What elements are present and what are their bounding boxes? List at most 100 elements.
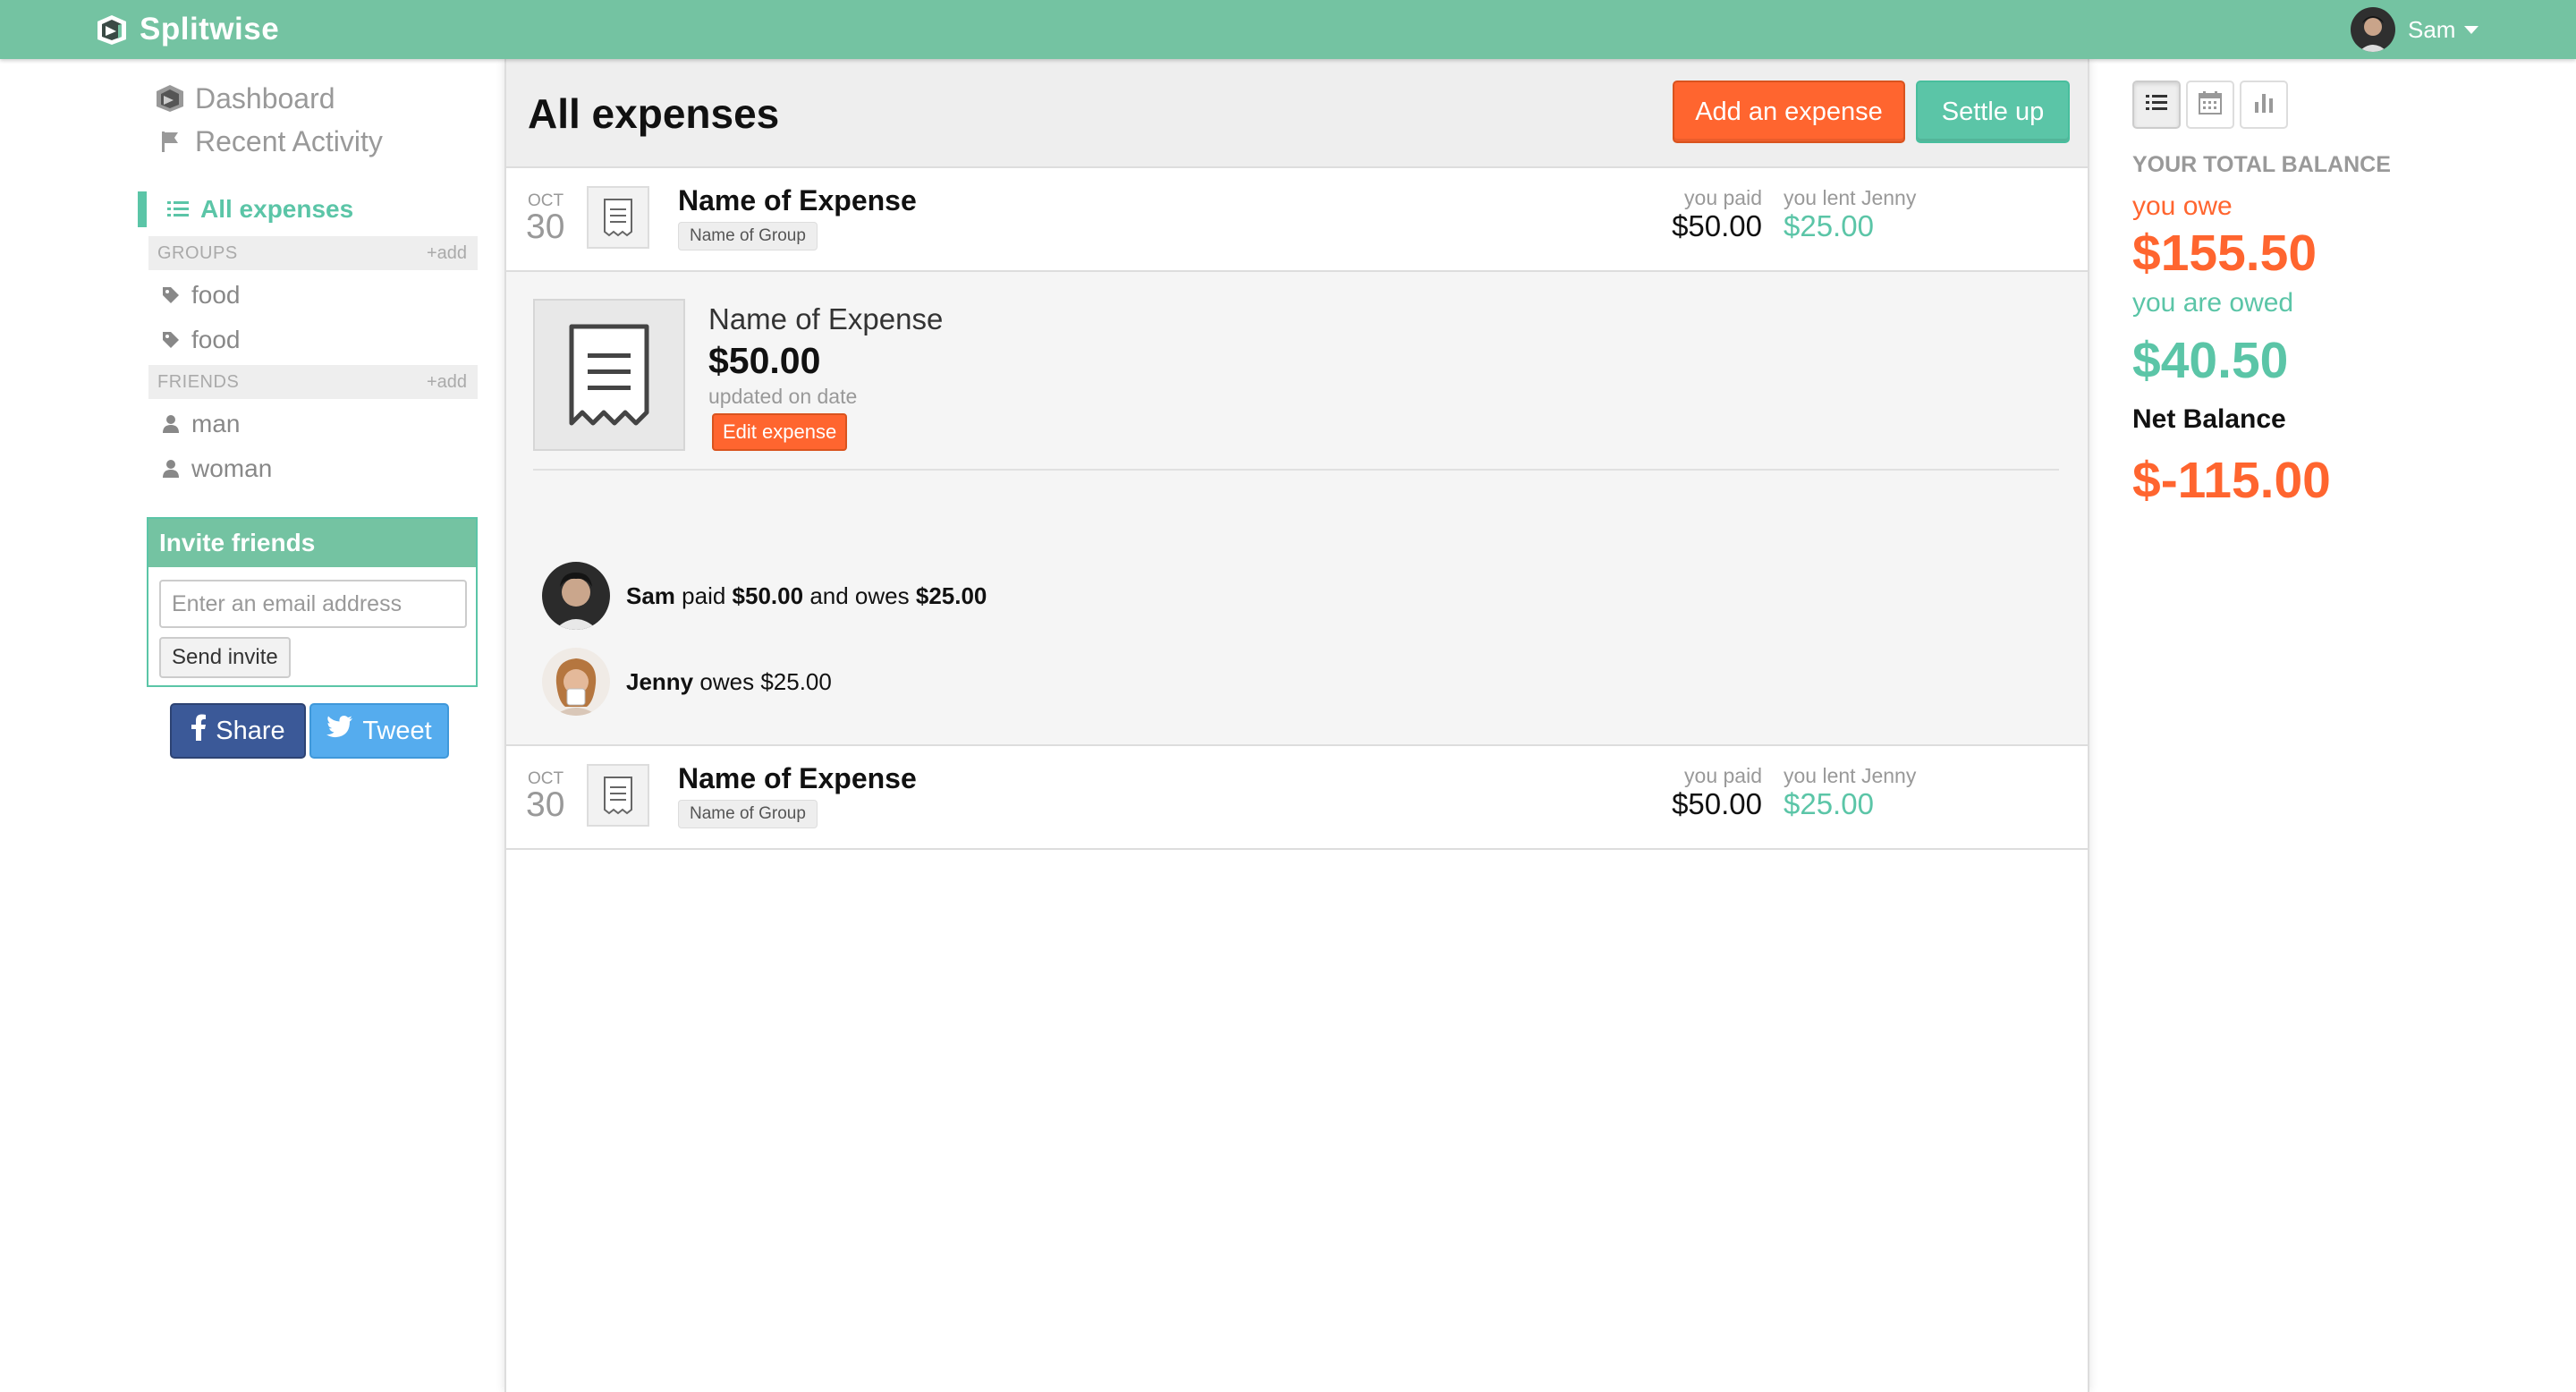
add-friend-button[interactable]: +add <box>427 372 467 393</box>
expense-day: 30 <box>526 208 565 246</box>
share-person: Sam <box>626 581 675 609</box>
main-header: All expenses Add an expense Settle up <box>506 59 2088 168</box>
edit-expense-button[interactable]: Edit expense <box>712 413 848 451</box>
expense-row[interactable]: OCT 30 Name of Expense Name of Group you… <box>506 168 2088 272</box>
user-menu[interactable]: Sam <box>2351 7 2479 52</box>
group-label: food <box>191 326 241 353</box>
sidebar-item-friend-woman[interactable]: woman <box>161 451 272 487</box>
sidebar-item-recent-activity[interactable]: Recent Activity <box>154 120 383 163</box>
share-text-sam: Sam paid $50.00 and owes $25.00 <box>626 582 987 610</box>
chart-view-button[interactable] <box>2240 81 2288 129</box>
friends-title: FRIENDS <box>157 371 240 392</box>
detail-expense-amount: $50.00 <box>708 340 821 381</box>
you-paid-amount: $50.00 <box>1672 209 1762 242</box>
sidebar-item-recent-activity-label: Recent Activity <box>195 124 383 157</box>
bar-chart-icon <box>2252 91 2275 119</box>
sidebar-item-dashboard[interactable]: Dashboard <box>154 77 383 120</box>
twitter-tweet-button[interactable]: Tweet <box>309 703 449 759</box>
share-verb-2: and owes <box>809 581 910 609</box>
share-text-jenny: Jenny owes $25.00 <box>626 668 832 696</box>
you-paid-label: you paid <box>1684 186 1762 209</box>
you-paid-label: you paid <box>1684 764 1762 787</box>
sidebar-item-all-expenses-label: All expenses <box>200 195 354 223</box>
net-balance-amount: $-115.00 <box>2132 452 2331 509</box>
invite-email-input[interactable] <box>159 580 467 628</box>
share-line-sam: Sam paid $50.00 and owes $25.00 <box>542 562 987 630</box>
list-view-button[interactable] <box>2132 81 2181 129</box>
sidebar-item-dashboard-label: Dashboard <box>195 81 335 115</box>
expense-group-badge[interactable]: Name of Group <box>678 222 818 250</box>
active-indicator <box>138 191 147 227</box>
share-owes-amount: $25.00 <box>760 667 832 695</box>
detail-updated-text: updated on date <box>708 385 858 408</box>
share-line-jenny: Jenny owes $25.00 <box>542 648 832 716</box>
sidebar-item-group-food[interactable]: food <box>161 322 241 358</box>
expense-group-badge[interactable]: Name of Group <box>678 800 818 828</box>
sidebar-item-group-food[interactable]: food <box>161 277 241 313</box>
page-title: All expenses <box>528 90 780 137</box>
settle-up-button[interactable]: Settle up <box>1916 81 2070 143</box>
expense-name: Name of Expense <box>678 762 917 794</box>
top-navbar: Splitwise Sam <box>0 0 2576 59</box>
add-friend-label: add <box>436 371 467 392</box>
receipt-icon <box>587 186 649 249</box>
friend-label: man <box>191 410 241 437</box>
sidebar-item-all-expenses[interactable]: All expenses <box>138 191 353 227</box>
tag-icon <box>161 329 182 351</box>
share-verb: paid <box>682 581 726 609</box>
list-icon <box>2145 93 2168 117</box>
share-label: Share <box>216 716 285 745</box>
add-group-button[interactable]: +add <box>427 243 467 264</box>
share-owes-amount: $25.00 <box>915 581 987 609</box>
share-paid-amount: $50.00 <box>732 581 804 609</box>
avatar <box>542 648 610 716</box>
you-lent-label: you lent Jenny <box>1784 764 1917 787</box>
expense-row[interactable]: OCT 30 Name of Expense Name of Group you… <box>506 746 2088 850</box>
expense-name: Name of Expense <box>678 184 917 216</box>
calendar-view-button[interactable] <box>2186 81 2234 129</box>
dashboard-icon <box>154 82 186 115</box>
group-label: food <box>191 281 241 309</box>
detail-divider <box>533 469 2059 471</box>
total-balance-title: YOUR TOTAL BALANCE <box>2132 152 2391 177</box>
sidebar-item-friend-man[interactable]: man <box>161 406 240 442</box>
caret-down-icon <box>2464 25 2479 34</box>
send-invite-button[interactable]: Send invite <box>159 637 291 678</box>
add-expense-button[interactable]: Add an expense <box>1673 81 1905 143</box>
add-group-label: add <box>436 242 467 263</box>
facebook-share-button[interactable]: Share <box>170 703 306 759</box>
you-owe-label: you owe <box>2132 191 2233 221</box>
twitter-icon <box>326 716 362 746</box>
net-balance-label: Net Balance <box>2132 404 2286 434</box>
user-name: Sam <box>2408 15 2456 43</box>
brand[interactable]: Splitwise <box>95 9 279 50</box>
detail-expense-name: Name of Expense <box>708 302 944 335</box>
main-content: All expenses Add an expense Settle up OC… <box>504 59 2089 1392</box>
you-are-owed-amount: $40.50 <box>2132 332 2289 389</box>
you-paid-amount: $50.00 <box>1672 787 1762 820</box>
you-lent-amount: $25.00 <box>1784 787 1874 820</box>
plus-icon: + <box>426 242 437 263</box>
you-are-owed-label: you are owed <box>2132 288 2294 318</box>
receipt-icon <box>533 299 685 451</box>
list-icon <box>166 197 191 222</box>
brand-name: Splitwise <box>140 12 280 47</box>
avatar <box>542 562 610 630</box>
splitwise-logo-icon <box>95 13 129 47</box>
you-lent-amount: $25.00 <box>1784 209 1874 242</box>
you-lent-label: you lent Jenny <box>1784 186 1917 209</box>
facebook-icon <box>191 714 216 748</box>
expense-day: 30 <box>526 785 565 824</box>
share-person: Jenny <box>626 667 694 695</box>
sidebar-main-nav: Dashboard Recent Activity <box>154 77 383 163</box>
user-avatar <box>2351 7 2395 52</box>
plus-icon: + <box>426 371 437 392</box>
groups-section-header: GROUPS +add <box>148 236 478 270</box>
share-verb: owes <box>699 667 755 695</box>
receipt-icon <box>587 764 649 827</box>
groups-title: GROUPS <box>157 242 238 263</box>
person-icon <box>161 458 182 480</box>
invite-friends-title: Invite friends <box>148 519 476 567</box>
tweet-label: Tweet <box>362 716 432 745</box>
friends-section-header: FRIENDS +add <box>148 365 478 399</box>
